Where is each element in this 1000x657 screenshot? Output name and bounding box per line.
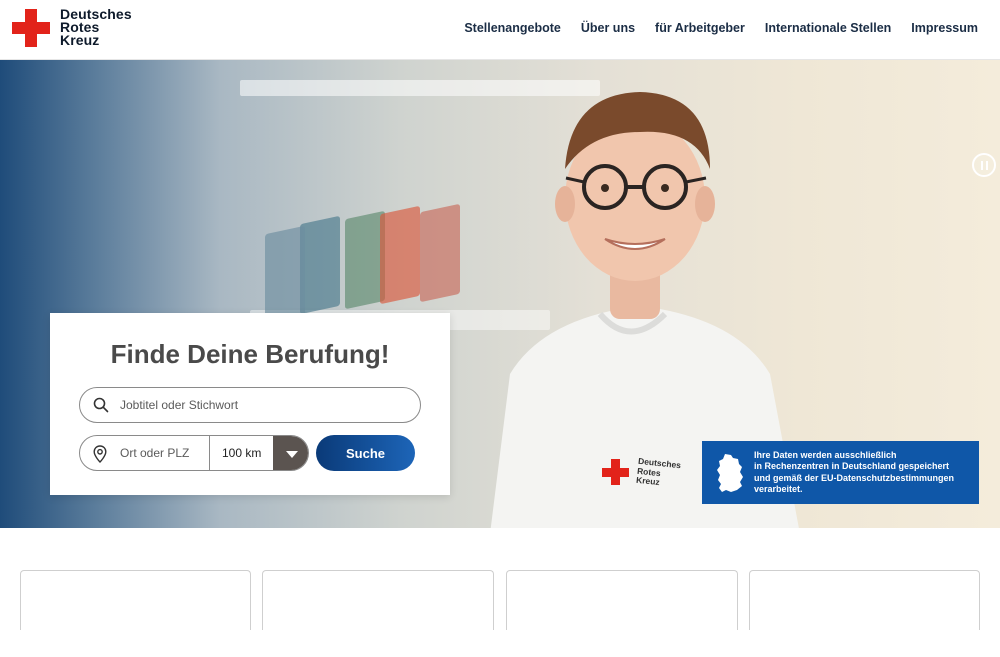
logo-wordmark: Deutsches Rotes Kreuz [60,7,132,48]
search-title: Finde Deine Berufung! [110,339,390,369]
shirt-logo-text: Deutsches Rotes Kreuz [635,455,682,488]
nav-item-stellenangebote[interactable]: Stellenangebote [464,21,561,35]
background-card [265,225,305,325]
job-search-field[interactable] [79,387,421,423]
red-cross-icon [12,8,50,47]
radius-divider [209,436,210,470]
job-search-panel: Finde Deine Berufung! 100 km Suche [50,313,450,495]
logo-line-3: Kreuz [60,32,100,48]
category-card[interactable] [506,570,738,630]
radius-dropdown-button[interactable] [273,436,308,470]
data-privacy-text: Ihre Daten werden ausschließlich in Rech… [754,449,955,495]
nav-item-impressum[interactable]: Impressum [911,21,978,35]
germany-map-icon [717,453,743,492]
drk-logo[interactable]: Deutsches Rotes Kreuz [12,7,132,48]
background-card [345,210,385,310]
location-field[interactable]: 100 km [79,435,309,471]
nav-item-internationale-stellen[interactable]: Internationale Stellen [765,21,891,35]
location-pin-icon [93,445,107,463]
search-icon [93,397,109,413]
category-card[interactable] [262,570,494,630]
nav-item-fuer-arbeitgeber[interactable]: für Arbeitgeber [655,21,745,35]
slideshow-pause-button[interactable] [972,153,996,177]
search-submit-button[interactable]: Suche [316,435,415,471]
site-header: Deutsches Rotes Kreuz Stellenangebote Üb… [0,0,1000,60]
nav-item-ueber-uns[interactable]: Über uns [581,21,635,35]
category-card[interactable] [749,570,980,630]
background-card [300,215,340,315]
job-search-input[interactable] [120,396,410,414]
location-input[interactable] [120,444,206,462]
data-privacy-notice: Ihre Daten werden ausschließlich in Rech… [702,441,979,504]
background-card [420,203,460,303]
pause-icon [980,160,983,170]
background-card [380,205,420,305]
main-nav: Stellenangebote Über uns für Arbeitgeber… [464,21,978,35]
category-cards-row [0,528,1000,657]
category-card[interactable] [20,570,251,630]
radius-select-value[interactable]: 100 km [222,446,261,460]
chevron-down-icon [285,450,298,458]
